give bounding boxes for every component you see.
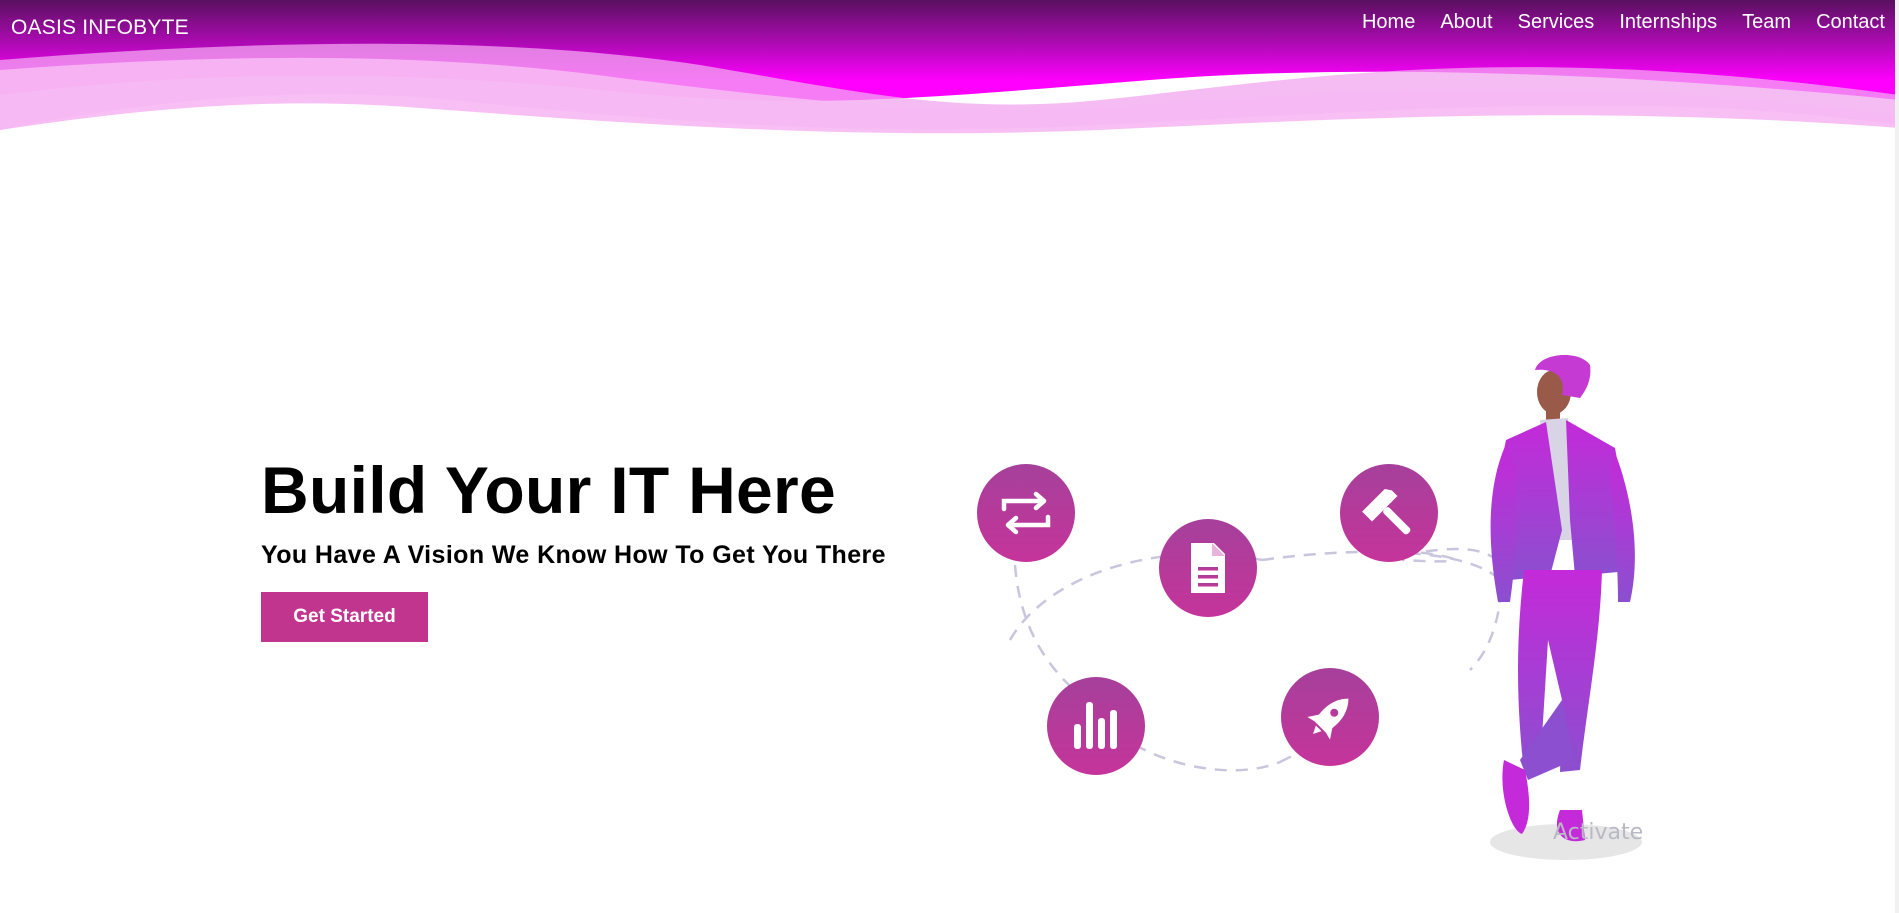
standing-person-figure (1490, 354, 1642, 860)
nav-team[interactable]: Team (1742, 10, 1791, 34)
activate-watermark: Activate (1553, 820, 1644, 845)
nav-home[interactable]: Home (1362, 10, 1415, 34)
brand-logo[interactable]: OASIS INFOBYTE (11, 16, 189, 40)
hero-illustration (977, 354, 1642, 860)
hero-subtitle: You Have A Vision We Know How To Get You… (261, 541, 886, 569)
hammer-icon[interactable] (1340, 464, 1438, 562)
nav-about[interactable]: About (1440, 10, 1492, 34)
nav-internships[interactable]: Internships (1619, 10, 1717, 34)
get-started-button[interactable]: Get Started (261, 592, 428, 642)
bar-chart-icon[interactable] (1047, 677, 1145, 775)
repeat-icon[interactable] (977, 464, 1075, 562)
nav-services[interactable]: Services (1518, 10, 1595, 34)
nav-contact[interactable]: Contact (1816, 10, 1885, 34)
document-icon[interactable] (1159, 519, 1257, 617)
main-nav: Home About Services Internships Team Con… (1362, 10, 1899, 34)
rocket-icon[interactable] (1281, 668, 1379, 766)
page-scrollbar[interactable] (1895, 0, 1899, 913)
page: OASIS INFOBYTE Home About Services Inter… (0, 0, 1899, 913)
hero-title: Build Your IT Here (261, 453, 837, 527)
hero-section: Build Your IT Here You Have A Vision We … (261, 452, 886, 570)
